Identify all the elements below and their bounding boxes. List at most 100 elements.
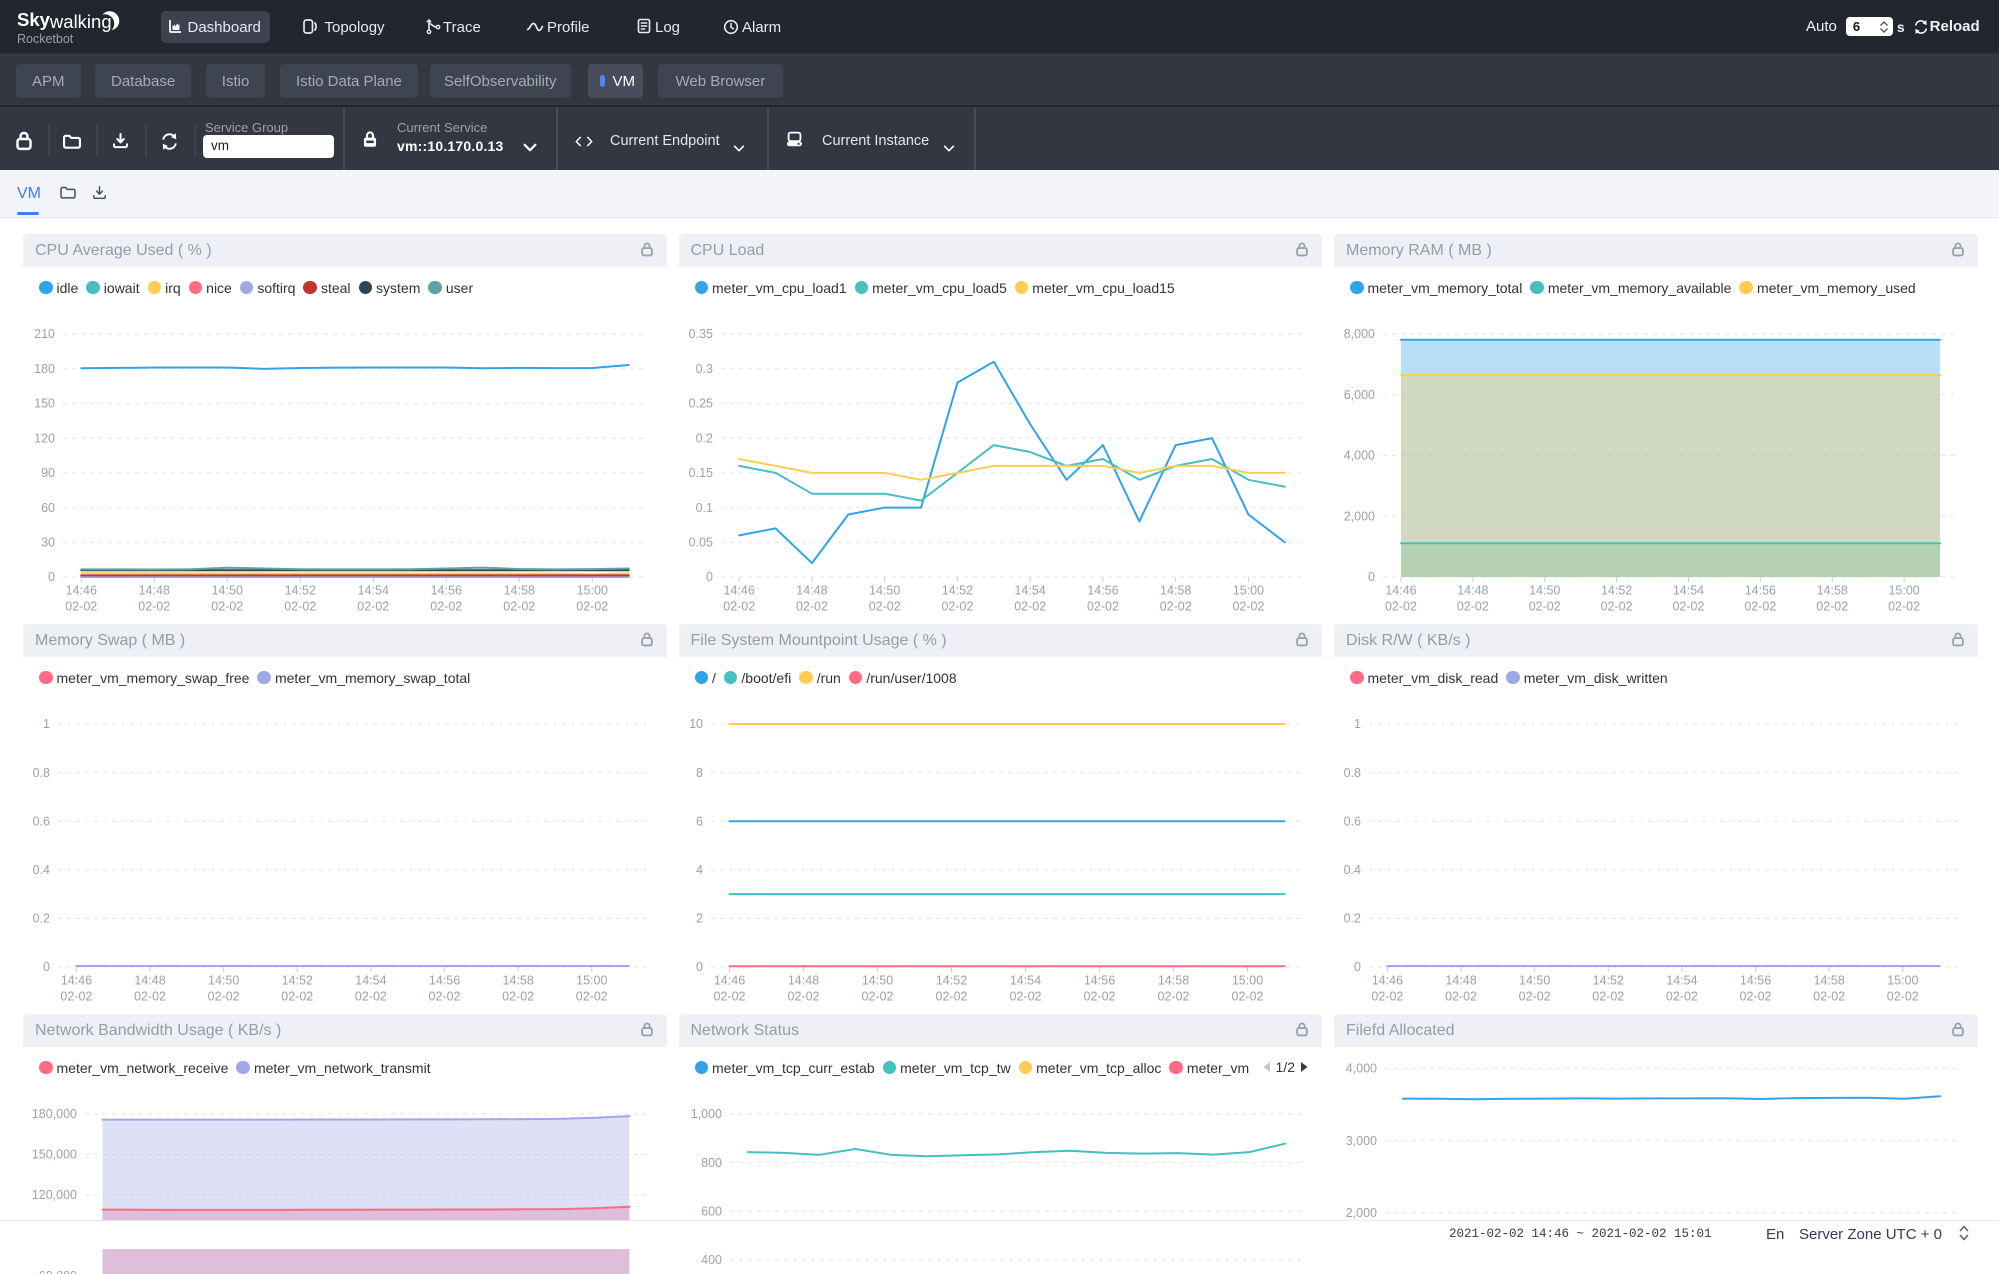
svg-text:14:46: 14:46 bbox=[1385, 584, 1416, 598]
svg-text:8,000: 8,000 bbox=[1344, 327, 1375, 341]
svg-text:0.35: 0.35 bbox=[688, 327, 712, 341]
svg-text:14:58: 14:58 bbox=[503, 974, 534, 988]
svg-text:14:54: 14:54 bbox=[1673, 584, 1704, 598]
svg-text:02-02: 02-02 bbox=[1232, 600, 1264, 614]
svg-text:02-02: 02-02 bbox=[935, 990, 967, 1004]
svg-text:14:58: 14:58 bbox=[504, 584, 535, 598]
svg-text:0: 0 bbox=[696, 960, 703, 974]
svg-text:02-02: 02-02 bbox=[1086, 600, 1118, 614]
svg-text:14:48: 14:48 bbox=[1457, 584, 1488, 598]
svg-text:14:54: 14:54 bbox=[358, 584, 389, 598]
svg-text:02-02: 02-02 bbox=[1813, 990, 1845, 1004]
svg-text:14:52: 14:52 bbox=[285, 584, 316, 598]
svg-text:0.2: 0.2 bbox=[695, 431, 712, 445]
svg-text:14:52: 14:52 bbox=[1601, 584, 1632, 598]
svg-text:02-02: 02-02 bbox=[1371, 990, 1403, 1004]
svg-text:0.05: 0.05 bbox=[688, 535, 712, 549]
svg-text:02-02: 02-02 bbox=[138, 600, 170, 614]
svg-text:02-02: 02-02 bbox=[1529, 600, 1561, 614]
svg-text:1,000: 1,000 bbox=[690, 1107, 721, 1121]
svg-text:02-02: 02-02 bbox=[357, 600, 389, 614]
svg-text:15:00: 15:00 bbox=[1887, 974, 1918, 988]
svg-text:0.1: 0.1 bbox=[695, 501, 712, 515]
svg-text:02-02: 02-02 bbox=[1888, 600, 1920, 614]
svg-text:02-02: 02-02 bbox=[355, 990, 387, 1004]
svg-text:02-02: 02-02 bbox=[713, 990, 745, 1004]
svg-text:02-02: 02-02 bbox=[65, 600, 97, 614]
svg-text:02-02: 02-02 bbox=[1009, 990, 1041, 1004]
svg-text:02-02: 02-02 bbox=[1816, 600, 1848, 614]
svg-text:02-02: 02-02 bbox=[868, 600, 900, 614]
svg-text:0.6: 0.6 bbox=[33, 814, 50, 828]
svg-text:14:48: 14:48 bbox=[796, 584, 827, 598]
svg-text:0.2: 0.2 bbox=[1344, 912, 1361, 926]
svg-text:02-02: 02-02 bbox=[1519, 990, 1551, 1004]
svg-text:1: 1 bbox=[1354, 717, 1361, 731]
svg-text:0: 0 bbox=[48, 570, 55, 584]
svg-text:15:00: 15:00 bbox=[1232, 584, 1263, 598]
svg-text:02-02: 02-02 bbox=[1385, 600, 1417, 614]
svg-text:02-02: 02-02 bbox=[430, 600, 462, 614]
svg-text:02-02: 02-02 bbox=[576, 600, 608, 614]
svg-text:0.2: 0.2 bbox=[33, 912, 50, 926]
svg-text:60: 60 bbox=[41, 501, 55, 515]
svg-text:210: 210 bbox=[34, 327, 55, 341]
svg-text:02-02: 02-02 bbox=[1231, 990, 1263, 1004]
svg-text:0.6: 0.6 bbox=[1344, 814, 1361, 828]
svg-text:02-02: 02-02 bbox=[1740, 990, 1772, 1004]
svg-text:0: 0 bbox=[1354, 960, 1361, 974]
svg-text:4: 4 bbox=[696, 863, 703, 877]
svg-text:2,000: 2,000 bbox=[1346, 1206, 1377, 1220]
svg-text:180,000: 180,000 bbox=[32, 1107, 77, 1121]
svg-text:14:56: 14:56 bbox=[1745, 584, 1776, 598]
svg-text:14:58: 14:58 bbox=[1160, 584, 1191, 598]
svg-text:90: 90 bbox=[41, 466, 55, 480]
svg-text:14:50: 14:50 bbox=[208, 974, 239, 988]
svg-text:02-02: 02-02 bbox=[795, 600, 827, 614]
svg-text:400: 400 bbox=[701, 1253, 722, 1267]
svg-text:600: 600 bbox=[701, 1204, 722, 1218]
svg-text:02-02: 02-02 bbox=[1666, 990, 1698, 1004]
svg-text:6,000: 6,000 bbox=[1344, 388, 1375, 402]
svg-text:2,000: 2,000 bbox=[1344, 509, 1375, 523]
svg-text:02-02: 02-02 bbox=[861, 990, 893, 1004]
svg-text:14:46: 14:46 bbox=[61, 974, 92, 988]
svg-text:02-02: 02-02 bbox=[1887, 990, 1919, 1004]
svg-text:02-02: 02-02 bbox=[1014, 600, 1046, 614]
svg-text:02-02: 02-02 bbox=[1157, 990, 1189, 1004]
svg-text:14:54: 14:54 bbox=[1014, 584, 1045, 598]
svg-text:1: 1 bbox=[43, 717, 50, 731]
svg-text:30: 30 bbox=[41, 535, 55, 549]
svg-text:02-02: 02-02 bbox=[60, 990, 92, 1004]
svg-text:02-02: 02-02 bbox=[208, 990, 240, 1004]
svg-text:14:50: 14:50 bbox=[212, 584, 243, 598]
svg-text:02-02: 02-02 bbox=[211, 600, 243, 614]
svg-text:14:50: 14:50 bbox=[1519, 974, 1550, 988]
svg-text:15:00: 15:00 bbox=[576, 974, 607, 988]
svg-text:02-02: 02-02 bbox=[1592, 990, 1624, 1004]
svg-text:14:56: 14:56 bbox=[1087, 584, 1118, 598]
svg-text:02-02: 02-02 bbox=[1083, 990, 1115, 1004]
svg-text:14:52: 14:52 bbox=[1593, 974, 1624, 988]
svg-text:14:58: 14:58 bbox=[1814, 974, 1845, 988]
svg-text:6: 6 bbox=[696, 814, 703, 828]
svg-text:14:52: 14:52 bbox=[282, 974, 313, 988]
svg-text:0: 0 bbox=[1368, 570, 1375, 584]
svg-text:0.25: 0.25 bbox=[688, 397, 712, 411]
svg-text:14:46: 14:46 bbox=[723, 584, 754, 598]
svg-text:14:56: 14:56 bbox=[431, 584, 462, 598]
svg-text:02-02: 02-02 bbox=[1672, 600, 1704, 614]
svg-text:02-02: 02-02 bbox=[284, 600, 316, 614]
svg-text:14:54: 14:54 bbox=[355, 974, 386, 988]
svg-text:10: 10 bbox=[689, 717, 703, 731]
svg-text:0.4: 0.4 bbox=[33, 863, 50, 877]
svg-text:14:50: 14:50 bbox=[1529, 584, 1560, 598]
svg-text:0.8: 0.8 bbox=[33, 766, 50, 780]
svg-text:14:50: 14:50 bbox=[861, 974, 892, 988]
svg-text:120,000: 120,000 bbox=[32, 1188, 77, 1202]
svg-text:02-02: 02-02 bbox=[1445, 990, 1477, 1004]
svg-text:14:50: 14:50 bbox=[869, 584, 900, 598]
svg-text:14:56: 14:56 bbox=[429, 974, 460, 988]
svg-text:02-02: 02-02 bbox=[429, 990, 461, 1004]
svg-text:4,000: 4,000 bbox=[1346, 1062, 1377, 1076]
